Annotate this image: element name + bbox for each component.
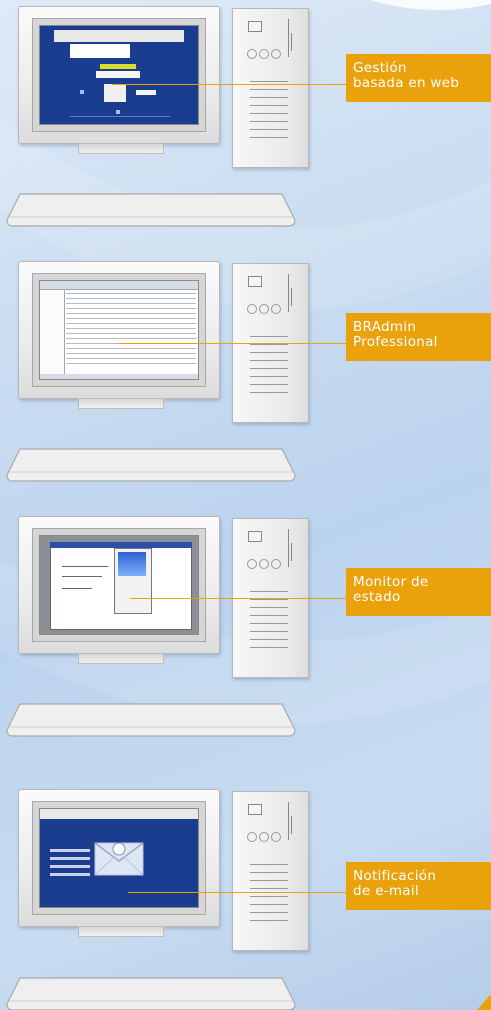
envelope-icon bbox=[94, 842, 144, 876]
panel-email-notification: Notificación de e-mail bbox=[0, 765, 491, 1010]
panel-bradmin: BRAdmin Professional bbox=[0, 255, 491, 505]
label-line-1: Monitor de bbox=[353, 574, 429, 590]
callout-line bbox=[112, 84, 346, 85]
monitor-stand bbox=[78, 926, 164, 937]
screen-email-notification bbox=[39, 808, 199, 908]
monitor-bezel bbox=[32, 273, 206, 387]
screen-bradmin bbox=[39, 280, 199, 380]
keyboard-icon bbox=[6, 193, 296, 227]
monitor-stand bbox=[78, 653, 164, 664]
label-web-management: Gestión basada en web bbox=[346, 54, 491, 102]
label-email-notification: Notificación de e-mail bbox=[346, 862, 491, 910]
monitor-stand bbox=[78, 398, 164, 409]
monitor-bezel bbox=[32, 18, 206, 132]
monitor-bezel bbox=[32, 801, 206, 915]
label-line-1: BRAdmin bbox=[353, 319, 417, 335]
panel-status-monitor: Monitor de estado bbox=[0, 510, 491, 760]
monitor-icon bbox=[18, 516, 220, 654]
label-line-1: Notificación bbox=[353, 868, 437, 884]
keyboard-icon bbox=[6, 703, 296, 737]
monitor-icon bbox=[18, 789, 220, 927]
label-line-2: estado bbox=[353, 589, 401, 605]
callout-line bbox=[130, 598, 346, 599]
label-line-2: Professional bbox=[353, 334, 438, 350]
computer-tower-icon bbox=[232, 8, 309, 168]
monitor-icon bbox=[18, 261, 220, 399]
label-line-2: de e-mail bbox=[353, 883, 419, 899]
label-bradmin: BRAdmin Professional bbox=[346, 313, 491, 361]
label-line-1: Gestión bbox=[353, 60, 407, 76]
computer-tower-icon bbox=[232, 791, 309, 951]
monitor-bezel bbox=[32, 528, 206, 642]
label-status-monitor: Monitor de estado bbox=[346, 568, 491, 616]
callout-line bbox=[118, 343, 346, 344]
callout-line bbox=[128, 892, 346, 893]
label-line-2: basada en web bbox=[353, 75, 460, 91]
monitor-stand bbox=[78, 143, 164, 154]
monitor-icon bbox=[18, 6, 220, 144]
keyboard-icon bbox=[6, 977, 296, 1010]
screen-status-monitor bbox=[39, 535, 199, 635]
panel-web-management: Gestión basada en web bbox=[0, 0, 491, 250]
screen-web-management bbox=[39, 25, 199, 125]
keyboard-icon bbox=[6, 448, 296, 482]
corner-accent bbox=[477, 994, 491, 1010]
